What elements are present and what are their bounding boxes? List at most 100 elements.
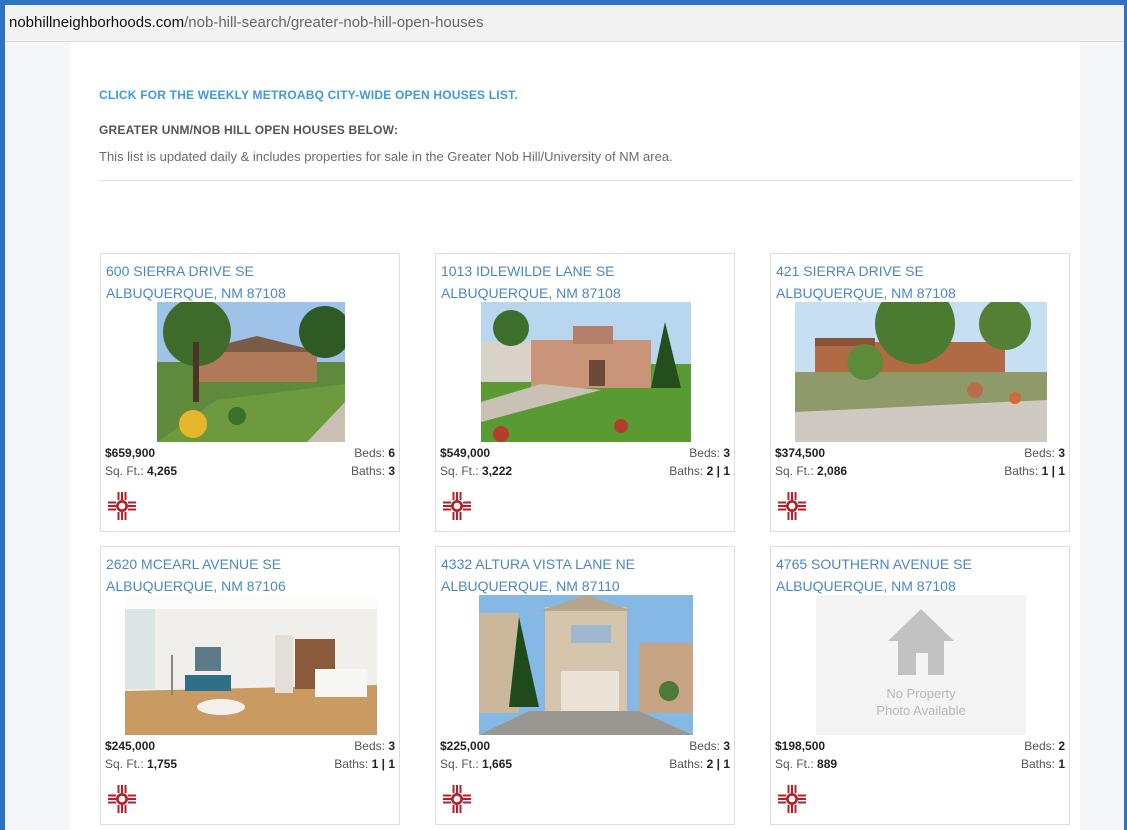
zia-logo-icon[interactable] [442,784,472,814]
no-photo-placeholder[interactable]: No Property Photo Available [816,595,1026,735]
listing-street: 4332 ALTURA VISTA LANE NE [441,556,636,572]
listing-sqft: Sq. Ft.: 1,665 [440,757,512,771]
beds-value: 3 [1058,446,1065,460]
divider [99,180,1073,181]
zia-logo-icon[interactable] [107,784,137,814]
zia-logo-icon[interactable] [442,491,472,521]
baths-label: Baths: [1020,757,1055,771]
listing-photo[interactable] [481,302,691,442]
section-description: This list is updated daily & includes pr… [99,149,673,164]
baths-value: 2 | 1 [706,757,730,771]
listing-beds: Beds: 3 [689,446,730,460]
baths-label: Baths: [669,464,704,478]
listing-price: $549,000 [440,446,491,460]
beds-value: 3 [723,446,730,460]
url-domain: nobhillneighborhoods.com [9,14,185,31]
listing-address-link[interactable]: 421 SIERRA DRIVE SE ALBUQUERQUE, NM 8710… [776,260,956,304]
listing-beds: Beds: 2 [1024,739,1065,753]
listing-beds: Beds: 3 [1024,446,1065,460]
content-panel: CLICK FOR THE WEEKLY METROABQ CITY-WIDE … [70,42,1080,830]
sqft-value: 1,665 [482,757,513,771]
zia-logo-icon[interactable] [777,784,807,814]
listing-city: ALBUQUERQUE, NM 87110 [441,578,620,594]
listing-city: ALBUQUERQUE, NM 87108 [776,578,956,594]
sqft-label: Sq. Ft.: [775,464,814,478]
sqft-label: Sq. Ft.: [775,757,814,771]
listing-sqft: Sq. Ft.: 2,086 [775,464,847,478]
listing-street: 1013 IDLEWILDE LANE SE [441,263,615,279]
listing-beds: Beds: 3 [689,739,730,753]
listing-beds: Beds: 6 [354,446,395,460]
sqft-value: 4,265 [147,464,178,478]
listing-card[interactable]: 600 SIERRA DRIVE SE ALBUQUERQUE, NM 8710… [100,253,400,532]
listing-photo[interactable] [125,595,377,735]
listing-baths: Baths: 2 | 1 [669,757,730,771]
listing-baths: Baths: 2 | 1 [669,464,730,478]
listing-baths: Baths: 1 | 1 [334,757,395,771]
listing-photo[interactable] [157,302,345,442]
no-photo-text-line1: No Property [886,686,956,701]
zia-logo-icon[interactable] [777,491,807,521]
listing-city: ALBUQUERQUE, NM 87106 [106,578,286,594]
listing-street: 600 SIERRA DRIVE SE [106,263,254,279]
listing-sqft: Sq. Ft.: 1,755 [105,757,177,771]
address-bar[interactable]: nobhillneighborhoods.com/nob-hill-search… [5,5,1124,42]
sqft-value: 1,755 [147,757,178,771]
listing-photo[interactable] [795,302,1047,442]
listing-city: ALBUQUERQUE, NM 87108 [106,285,286,301]
listing-price: $374,500 [775,446,826,460]
baths-label: Baths: [334,757,369,771]
listing-address-link[interactable]: 2620 MCEARL AVENUE SE ALBUQUERQUE, NM 87… [106,553,286,597]
weekly-open-houses-link[interactable]: CLICK FOR THE WEEKLY METROABQ CITY-WIDE … [99,88,518,102]
listing-address-link[interactable]: 1013 IDLEWILDE LANE SE ALBUQUERQUE, NM 8… [441,260,621,304]
baths-label: Baths: [669,757,704,771]
zia-logo-icon[interactable] [107,491,137,521]
listing-city: ALBUQUERQUE, NM 87108 [441,285,621,301]
baths-value: 1 [1058,757,1065,771]
sqft-value: 889 [817,757,838,771]
listing-address-link[interactable]: 4332 ALTURA VISTA LANE NE ALBUQUERQUE, N… [441,553,635,597]
beds-label: Beds: [689,446,720,460]
sqft-value: 3,222 [482,464,513,478]
baths-value: 3 [388,464,395,478]
beds-value: 2 [1058,739,1065,753]
listing-card[interactable]: 4765 SOUTHERN AVENUE SE ALBUQUERQUE, NM … [770,546,1070,825]
listing-card[interactable]: 421 SIERRA DRIVE SE ALBUQUERQUE, NM 8710… [770,253,1070,532]
listing-address-link[interactable]: 600 SIERRA DRIVE SE ALBUQUERQUE, NM 8710… [106,260,286,304]
beds-label: Beds: [1024,446,1055,460]
no-photo-text-line2: Photo Available [876,703,966,718]
beds-value: 3 [388,739,395,753]
listing-card[interactable]: 4332 ALTURA VISTA LANE NE ALBUQUERQUE, N… [435,546,735,825]
baths-value: 1 | 1 [1041,464,1065,478]
beds-label: Beds: [689,739,720,753]
baths-value: 2 | 1 [706,464,730,478]
listing-sqft: Sq. Ft.: 889 [775,757,837,771]
listing-baths: Baths: 1 | 1 [1004,464,1065,478]
sqft-label: Sq. Ft.: [105,464,144,478]
listing-photo[interactable] [479,595,693,735]
listing-card[interactable]: 2620 MCEARL AVENUE SE ALBUQUERQUE, NM 87… [100,546,400,825]
listing-street: 4765 SOUTHERN AVENUE SE [776,556,972,572]
listing-street: 2620 MCEARL AVENUE SE [106,556,282,572]
listing-card[interactable]: 1013 IDLEWILDE LANE SE ALBUQUERQUE, NM 8… [435,253,735,532]
listing-price: $198,500 [775,739,826,753]
baths-value: 1 | 1 [371,757,395,771]
sqft-value: 2,086 [817,464,848,478]
page-background: CLICK FOR THE WEEKLY METROABQ CITY-WIDE … [5,42,1124,830]
listing-baths: Baths: 3 [351,464,395,478]
sqft-label: Sq. Ft.: [440,757,479,771]
beds-value: 3 [723,739,730,753]
listing-baths: Baths: 1 [1021,757,1065,771]
baths-label: Baths: [1004,464,1039,478]
listing-beds: Beds: 3 [354,739,395,753]
beds-label: Beds: [354,739,385,753]
listing-street: 421 SIERRA DRIVE SE [776,263,924,279]
section-heading: GREATER UNM/NOB HILL OPEN HOUSES BELOW: [99,123,399,137]
sqft-label: Sq. Ft.: [440,464,479,478]
beds-value: 6 [388,446,395,460]
listing-address-link[interactable]: 4765 SOUTHERN AVENUE SE ALBUQUERQUE, NM … [776,553,972,597]
beds-label: Beds: [1024,739,1055,753]
listing-city: ALBUQUERQUE, NM 87108 [776,285,956,301]
url-path: /nob-hill-search/greater-nob-hill-open-h… [184,14,484,31]
listing-price: $659,900 [105,446,156,460]
